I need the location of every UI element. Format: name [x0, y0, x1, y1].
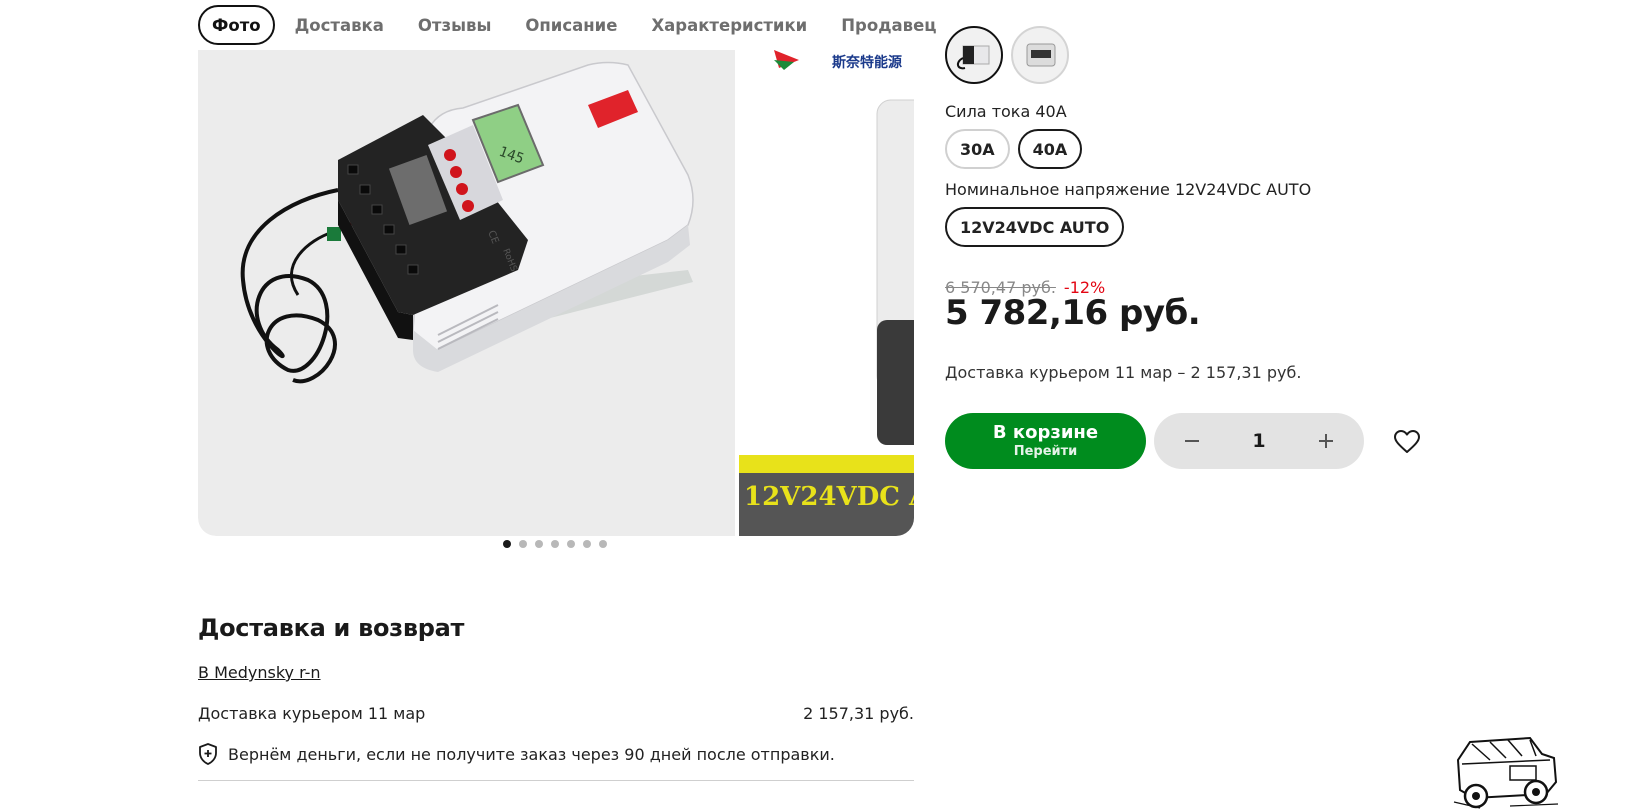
current-price: 5 782,16 руб.: [945, 293, 1201, 333]
go-to-cart-label: Перейти: [1013, 444, 1078, 459]
money-back-guarantee: Вернём деньги, если не получите заказ че…: [198, 743, 835, 765]
gallery-dot[interactable]: [535, 540, 543, 548]
variant-thumb-2[interactable]: [1011, 26, 1069, 84]
current-option-label: Сила тока 40A: [945, 102, 1067, 121]
delivery-return-title: Доставка и возврат: [198, 614, 465, 642]
decrease-quantity-button[interactable]: [1176, 425, 1208, 457]
quantity-value: 1: [1252, 430, 1266, 452]
product-gallery[interactable]: 145 CE RoHS 斯奈特能源 12V24VDC A: [198, 50, 914, 536]
section-divider: [198, 780, 914, 781]
voltage-option-chips: 12V24VDC AUTO: [945, 207, 1125, 247]
option-chip-12v24vdc-auto[interactable]: 12V24VDC AUTO: [945, 207, 1125, 247]
current-option-chips: 30A 40A: [945, 129, 1083, 169]
tab-description[interactable]: Описание: [511, 5, 631, 45]
favorite-button[interactable]: [1391, 426, 1423, 458]
gallery-slide-main[interactable]: 145 CE RoHS: [198, 50, 735, 536]
in-cart-label: В корзине: [992, 422, 1099, 443]
increase-quantity-button[interactable]: [1310, 425, 1342, 457]
variant-1-image: [957, 45, 990, 70]
shield-plus-icon: [199, 743, 217, 765]
green-connector: [327, 227, 341, 241]
tab-delivery[interactable]: Доставка: [281, 5, 398, 45]
option-chip-30a[interactable]: 30A: [945, 129, 1010, 169]
plus-icon: [1318, 434, 1333, 448]
minus-icon: [1185, 440, 1199, 442]
quantity-stepper: 1: [1154, 413, 1364, 469]
variant-thumb-1[interactable]: [945, 26, 1003, 84]
tab-seller[interactable]: Продавец: [827, 5, 950, 45]
gallery-dot[interactable]: [551, 540, 559, 548]
gallery-pagination: [503, 540, 607, 548]
gallery-dot[interactable]: [583, 540, 591, 548]
guarantee-text: Вернём деньги, если не получите заказ че…: [228, 744, 835, 764]
charge-controller-image: 145 CE RoHS: [240, 61, 694, 384]
tab-photo[interactable]: Фото: [198, 5, 275, 45]
delivery-cost: 2 157,31 руб.: [803, 704, 914, 723]
in-cart-button[interactable]: В корзине Перейти: [945, 413, 1146, 469]
truck-illustration: [1453, 736, 1559, 809]
tab-specifications[interactable]: Характеристики: [637, 5, 821, 45]
voltage-option-label: Номинальное напряжение 12V24VDC AUTO: [945, 180, 1312, 199]
variant-thumbnails: [945, 26, 1069, 84]
gallery-dot[interactable]: [567, 540, 575, 548]
gallery-dot[interactable]: [503, 540, 511, 548]
banner-voltage-text: 12V24VDC A: [744, 482, 914, 512]
option-chip-40a[interactable]: 40A: [1017, 129, 1083, 169]
variant-2-image: [1026, 43, 1056, 67]
gallery-dot[interactable]: [599, 540, 607, 548]
gallery-dot[interactable]: [519, 540, 527, 548]
delivery-method-row: Доставка курьером 11 мар 2 157,31 руб.: [198, 704, 914, 723]
heart-icon: [1394, 430, 1420, 453]
delivery-location-link[interactable]: В Medynsky r-n: [198, 663, 321, 682]
delivery-method: Доставка курьером 11 мар: [198, 704, 426, 723]
secondary-product-image: 斯奈特能源 12V24VDC A: [739, 50, 914, 536]
brand-logo-text: 斯奈特能源: [832, 54, 902, 71]
delivery-summary: Доставка курьером 11 мар – 2 157,31 руб.: [945, 363, 1302, 382]
tab-reviews[interactable]: Отзывы: [404, 5, 505, 45]
section-tabs: Фото Доставка Отзывы Описание Характерис…: [198, 5, 951, 45]
gallery-slide-secondary[interactable]: 斯奈特能源 12V24VDC A: [739, 50, 914, 536]
